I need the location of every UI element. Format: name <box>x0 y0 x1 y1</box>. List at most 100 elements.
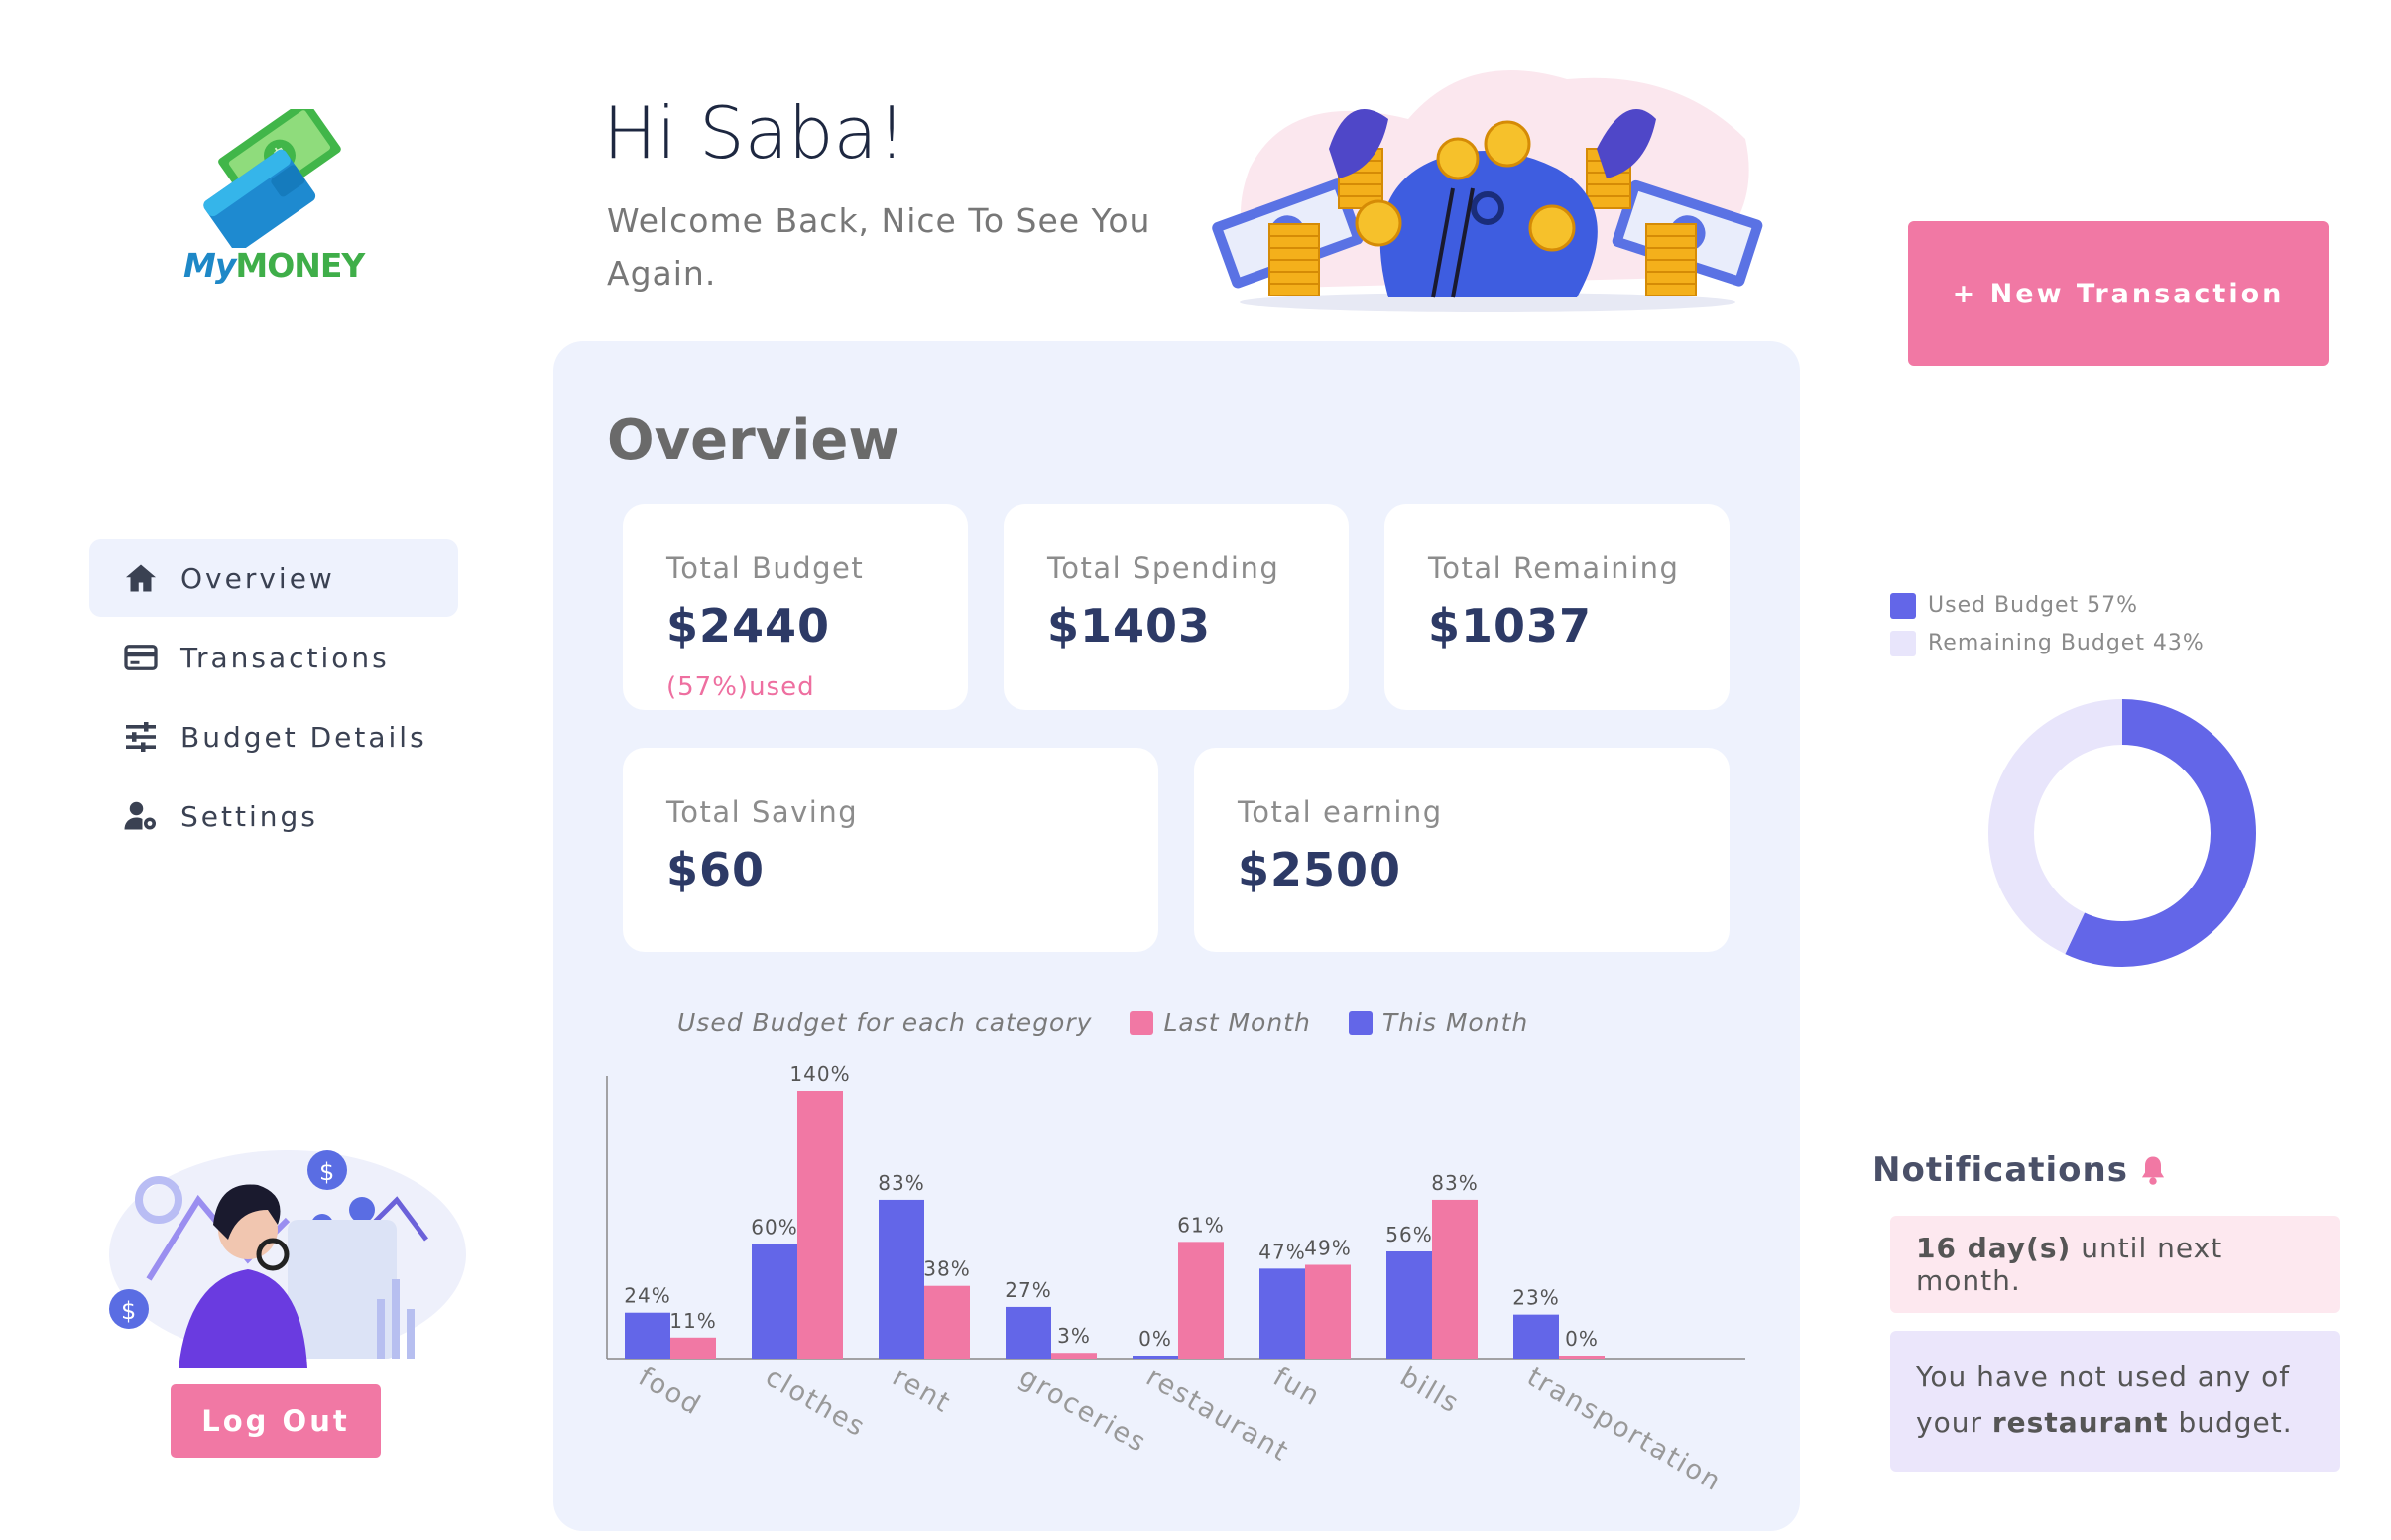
bar-chart: 24%11% food 60% 140% clothes 83% 38% rent 27%3% g… <box>606 1062 1745 1498</box>
bar-value-label: 27% <box>1005 1278 1051 1302</box>
svg-text:$: $ <box>121 1297 136 1325</box>
sliders-icon <box>126 722 156 752</box>
sidebar-item-label: Transactions <box>180 641 390 674</box>
bar-last-month-transportation <box>1559 1356 1605 1359</box>
svg-text:$: $ <box>319 1158 334 1186</box>
bar-value-label: 38% <box>923 1257 970 1281</box>
bar-last-month-clothes <box>797 1091 843 1359</box>
donut-legend-item: Remaining Budget 43% <box>1890 625 2205 662</box>
card-value: $1403 <box>1047 599 1212 652</box>
bar-value-label: 11% <box>669 1309 716 1333</box>
bar-value-label: 49% <box>1304 1237 1351 1260</box>
card-label: Total Spending <box>1047 551 1280 585</box>
x-tick-label: clothes <box>761 1362 872 1443</box>
savings-illustration <box>1210 50 1765 321</box>
bar-this-month-bills <box>1386 1251 1432 1359</box>
bar-value-label: 83% <box>1431 1171 1478 1195</box>
bar-last-month-bills <box>1432 1199 1478 1359</box>
bar-this-month-rent <box>879 1199 924 1359</box>
bar-last-month-rent <box>924 1285 970 1359</box>
bar-value-label: 47% <box>1258 1240 1305 1263</box>
bar-last-month-restaurant <box>1178 1242 1224 1359</box>
greeting-title: Hi Saba! <box>603 91 906 175</box>
notif-unused-b: budget. <box>2168 1406 2293 1439</box>
bar-value-label: 23% <box>1512 1286 1559 1310</box>
sidebar-item-label: Overview <box>180 561 335 595</box>
total-budget-card: Total Budget $2440 (57%)used <box>623 504 968 710</box>
wallet-money-icon: $ <box>203 99 341 253</box>
notifications-title: Notifications <box>1872 1150 2168 1190</box>
bar-this-month-food <box>625 1312 670 1359</box>
bar-value-label: 140% <box>789 1062 850 1086</box>
donut-legend-used: Used Budget 57% <box>1928 593 2139 618</box>
total-spending-card: Total Spending $1403 <box>1004 504 1349 710</box>
notif-days: 16 day(s) <box>1916 1232 2072 1264</box>
user-gear-icon <box>124 801 156 830</box>
donut-legend-remaining: Remaining Budget 43% <box>1928 631 2205 655</box>
sidebar-item-settings[interactable]: Settings <box>89 777 458 855</box>
card-value: $1037 <box>1428 599 1593 652</box>
legend-swatch-this-month <box>1348 1010 1373 1035</box>
bar-value-label: 0% <box>1138 1327 1172 1351</box>
sidebar-item-transactions[interactable]: Transactions <box>89 619 458 696</box>
brand-my: My <box>183 246 236 285</box>
bar-last-month-groceries <box>1051 1353 1097 1359</box>
bar-this-month-groceries <box>1006 1306 1051 1359</box>
notification-unused-budget: You have not used any of your restaurant… <box>1890 1331 2340 1472</box>
welcome-message: Welcome Back, Nice To See You Again. <box>607 201 1151 293</box>
bar-this-month-transportation <box>1513 1314 1559 1359</box>
legend-swatch-last-month <box>1130 1010 1154 1035</box>
bar-value-label: 3% <box>1057 1324 1091 1348</box>
legend-swatch-used <box>1890 593 1916 619</box>
card-label: Total Saving <box>666 795 859 829</box>
credit-card-icon <box>124 645 158 670</box>
x-tick-label: fun <box>1268 1362 1327 1413</box>
bar-last-month-food <box>670 1337 716 1359</box>
x-tick-label: rent <box>888 1362 957 1419</box>
bar-value-label: 24% <box>624 1284 670 1308</box>
legend-label-this-month: This Month <box>1381 1008 1529 1037</box>
card-label: Total Budget <box>666 551 865 585</box>
sidebar-item-label: Settings <box>180 799 318 833</box>
bar-this-month-clothes <box>752 1244 797 1359</box>
card-value: $2500 <box>1238 843 1402 896</box>
total-saving-card: Total Saving $60 <box>623 748 1158 952</box>
sidebar-item-label: Budget Details <box>180 720 427 754</box>
home-icon <box>126 564 156 592</box>
bell-icon <box>2141 1156 2165 1185</box>
legend-swatch-remaining <box>1890 631 1916 656</box>
sidebar-item-overview[interactable]: Overview <box>89 539 458 617</box>
card-value-amount: $2440 <box>666 599 831 652</box>
donut-legend-item: Used Budget 57% <box>1890 587 2205 625</box>
new-transaction-button[interactable]: + New Transaction <box>1908 221 2329 366</box>
donut-legend: Used Budget 57% Remaining Budget 43% <box>1890 587 2205 662</box>
legend-label-last-month: Last Month <box>1163 1008 1311 1037</box>
card-value-sub: (57%)used <box>666 672 815 702</box>
x-tick-label: restaurant <box>1141 1362 1295 1468</box>
budget-donut-chart <box>1988 699 2256 967</box>
x-tick-label: food <box>634 1362 707 1422</box>
x-tick-label: groceries <box>1015 1362 1152 1459</box>
overview-title: Overview <box>607 409 900 473</box>
card-value: $60 <box>666 843 766 896</box>
bar-value-label: 0% <box>1565 1327 1599 1351</box>
bar-this-month-restaurant <box>1133 1356 1178 1359</box>
bar-value-label: 56% <box>1385 1223 1432 1246</box>
notification-days-left: 16 day(s) until next month. <box>1890 1216 2340 1313</box>
notifications-title-text: Notifications <box>1872 1150 2128 1190</box>
brand-money: MONEY <box>235 246 365 285</box>
logout-button[interactable]: Log Out <box>171 1384 381 1458</box>
card-label: Total earning <box>1238 795 1443 829</box>
finance-illustration: $ $ <box>89 1130 466 1372</box>
sidebar-item-budget-details[interactable]: Budget Details <box>89 698 458 775</box>
bar-this-month-fun <box>1259 1268 1305 1359</box>
bar-value-label: 61% <box>1177 1213 1224 1237</box>
notif-unused-category: restaurant <box>1991 1406 2169 1439</box>
brand-wordmark: MyMONEY <box>183 246 365 285</box>
x-tick-label: transportation <box>1522 1362 1728 1497</box>
card-value: $2440 (57%)used <box>666 599 968 706</box>
bar-value-label: 83% <box>878 1171 924 1195</box>
bar-value-label: 60% <box>751 1215 797 1239</box>
total-remaining-card: Total Remaining $1037 <box>1384 504 1730 710</box>
card-label: Total Remaining <box>1428 551 1680 585</box>
